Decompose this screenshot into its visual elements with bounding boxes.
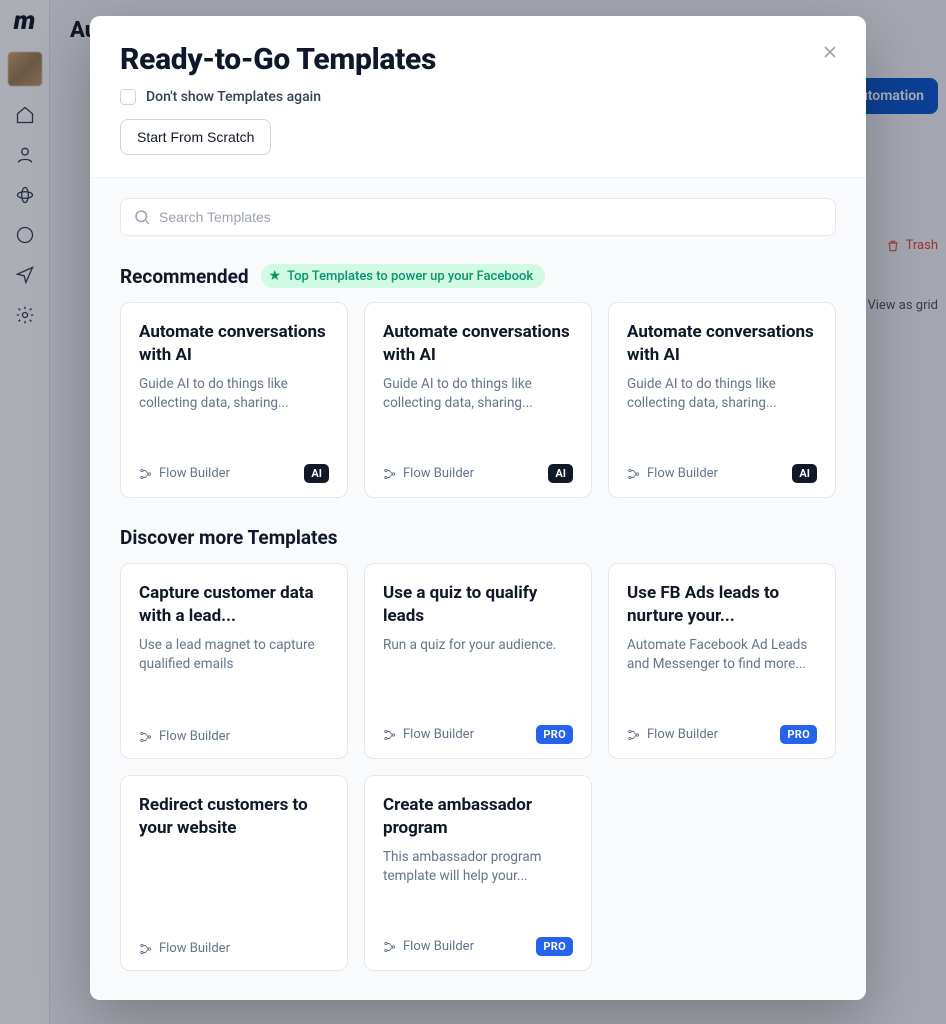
template-card[interactable]: Create ambassador program This ambassado…: [364, 775, 592, 971]
template-card[interactable]: Automate conversations with AI Guide AI …: [120, 302, 348, 498]
template-card[interactable]: Automate conversations with AI Guide AI …: [608, 302, 836, 498]
card-desc: This ambassador program template will he…: [383, 848, 573, 886]
top-templates-badge: ★ Top Templates to power up your Faceboo…: [261, 264, 546, 288]
recommended-header: Recommended ★ Top Templates to power up …: [120, 264, 836, 288]
pro-tag: PRO: [536, 937, 573, 956]
card-title: Automate conversations with AI: [139, 321, 329, 367]
template-card[interactable]: Use a quiz to qualify leads Run a quiz f…: [364, 563, 592, 759]
checkbox[interactable]: [120, 89, 136, 105]
discover-title: Discover more Templates: [120, 526, 337, 549]
card-title: Automate conversations with AI: [627, 321, 817, 367]
flow-icon: [139, 467, 153, 481]
card-title: Use a quiz to qualify leads: [383, 582, 573, 628]
modal-header: Ready-to-Go Templates Don't show Templat…: [90, 16, 866, 178]
modal-title: Ready-to-Go Templates: [120, 42, 836, 77]
flow-builder-label: Flow Builder: [383, 939, 474, 954]
dont-show-checkbox-row[interactable]: Don't show Templates again: [120, 89, 836, 105]
card-title: Use FB Ads leads to nurture your...: [627, 582, 817, 628]
search-field[interactable]: [120, 198, 836, 236]
ai-tag: AI: [548, 464, 573, 483]
discover-header: Discover more Templates: [120, 526, 836, 549]
ai-tag: AI: [304, 464, 329, 483]
template-card[interactable]: Capture customer data with a lead... Use…: [120, 563, 348, 759]
search-input[interactable]: [159, 209, 823, 225]
card-desc: Guide AI to do things like collecting da…: [627, 375, 817, 413]
flow-builder-label: Flow Builder: [139, 729, 230, 744]
flow-icon: [383, 940, 397, 954]
search-icon: [133, 208, 151, 226]
template-card[interactable]: Automate conversations with AI Guide AI …: [364, 302, 592, 498]
dont-show-label: Don't show Templates again: [146, 89, 321, 105]
card-title: Capture customer data with a lead...: [139, 582, 329, 628]
pro-tag: PRO: [536, 725, 573, 744]
flow-builder-label: Flow Builder: [627, 466, 718, 481]
flow-builder-label: Flow Builder: [139, 466, 230, 481]
discover-grid: Capture customer data with a lead... Use…: [120, 563, 836, 971]
flow-builder-label: Flow Builder: [627, 727, 718, 742]
flow-builder-label: Flow Builder: [383, 727, 474, 742]
recommended-grid: Automate conversations with AI Guide AI …: [120, 302, 836, 498]
card-title: Create ambassador program: [383, 794, 573, 840]
card-desc: Run a quiz for your audience.: [383, 636, 573, 655]
card-title: Automate conversations with AI: [383, 321, 573, 367]
card-desc: Use a lead magnet to capture qualified e…: [139, 636, 329, 674]
flow-icon: [139, 942, 153, 956]
card-desc: Automate Facebook Ad Leads and Messenger…: [627, 636, 817, 674]
flow-icon: [139, 730, 153, 744]
modal-body: Recommended ★ Top Templates to power up …: [90, 178, 866, 1000]
flow-builder-label: Flow Builder: [139, 941, 230, 956]
template-card[interactable]: Redirect customers to your website Flow …: [120, 775, 348, 971]
close-icon[interactable]: [816, 38, 844, 66]
flow-icon: [627, 728, 641, 742]
template-card[interactable]: Use FB Ads leads to nurture your... Auto…: [608, 563, 836, 759]
flow-icon: [627, 467, 641, 481]
card-desc: Guide AI to do things like collecting da…: [383, 375, 573, 413]
card-title: Redirect customers to your website: [139, 794, 329, 840]
flow-icon: [383, 467, 397, 481]
recommended-title: Recommended: [120, 265, 249, 288]
templates-modal: Ready-to-Go Templates Don't show Templat…: [90, 16, 866, 1000]
flow-builder-label: Flow Builder: [383, 466, 474, 481]
start-from-scratch-button[interactable]: Start From Scratch: [120, 119, 271, 155]
ai-tag: AI: [792, 464, 817, 483]
pro-tag: PRO: [780, 725, 817, 744]
flow-icon: [383, 728, 397, 742]
card-desc: Guide AI to do things like collecting da…: [139, 375, 329, 413]
star-icon: ★: [269, 268, 282, 284]
